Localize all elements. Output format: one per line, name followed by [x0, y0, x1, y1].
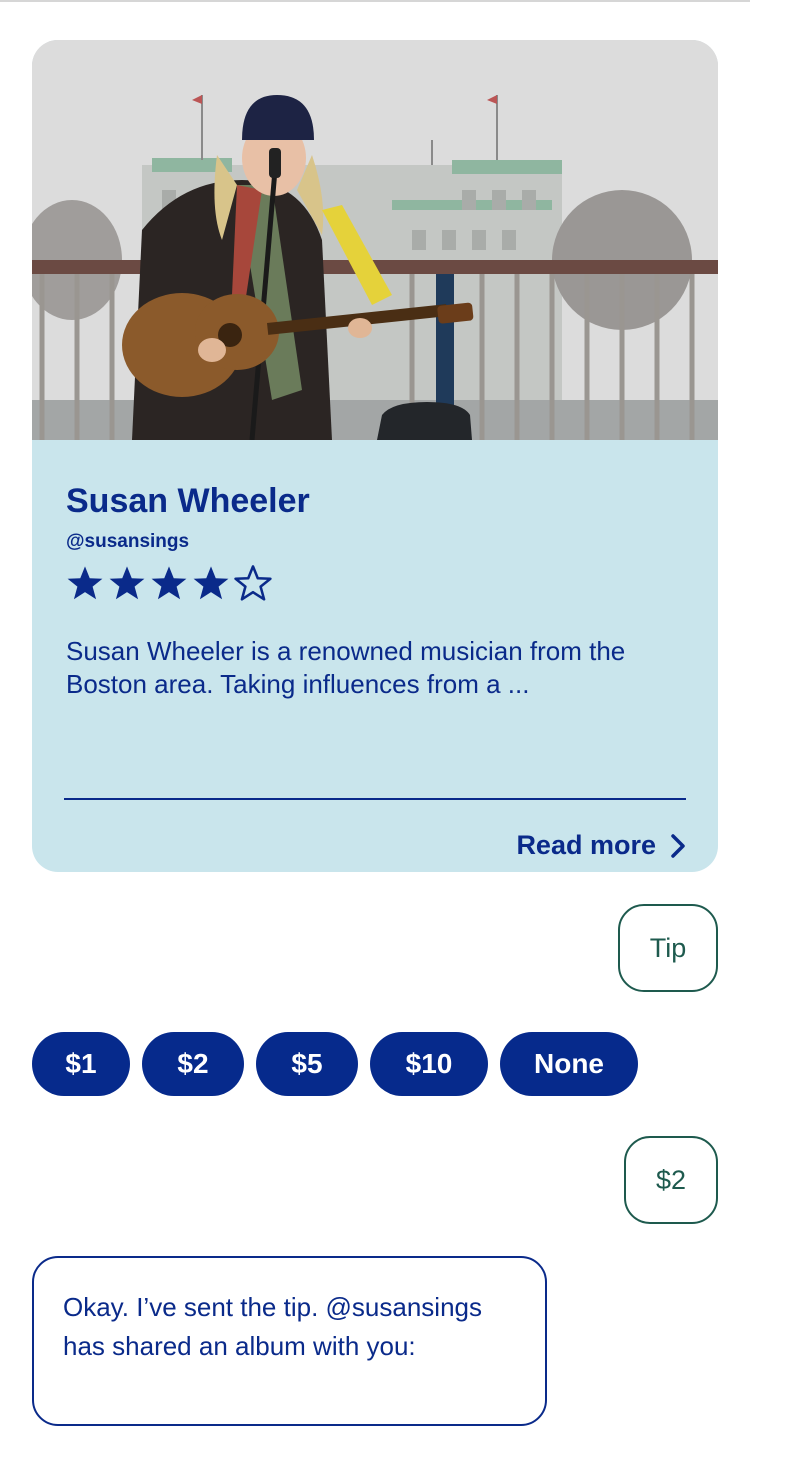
user-message-tip: Tip: [618, 904, 718, 992]
artist-bio: Susan Wheeler is a renowned musician fro…: [66, 636, 626, 699]
artist-photo: [32, 40, 718, 440]
rating-stars: [66, 564, 272, 602]
star-filled-icon: [151, 566, 187, 600]
chevron-right-icon: [671, 833, 685, 858]
artist-card: Susan Wheeler @susansings Susan Wheeler …: [32, 40, 718, 872]
tip-option-none-button[interactable]: None: [500, 1032, 638, 1096]
card-divider: [64, 798, 686, 800]
read-more-label: Read more: [516, 830, 656, 860]
artist-name: Susan Wheeler: [66, 482, 310, 520]
star-filled-icon: [193, 566, 229, 600]
tip-option-5-button[interactable]: $5: [256, 1032, 358, 1096]
artist-handle: @susansings: [66, 531, 190, 552]
star-outline-icon: [234, 565, 272, 601]
star-filled-icon: [109, 566, 145, 600]
tip-option-2-button[interactable]: $2: [142, 1032, 244, 1096]
tip-option-10-button[interactable]: $10: [370, 1032, 488, 1096]
tip-option-1-button[interactable]: $1: [32, 1032, 130, 1096]
star-filled-icon: [67, 566, 103, 600]
bot-message: Okay. I’ve sent the tip. @susansings has…: [32, 1256, 547, 1426]
user-message-amount: $2: [624, 1136, 718, 1224]
top-divider: [0, 0, 750, 2]
read-more-link[interactable]: Read more: [516, 830, 686, 861]
